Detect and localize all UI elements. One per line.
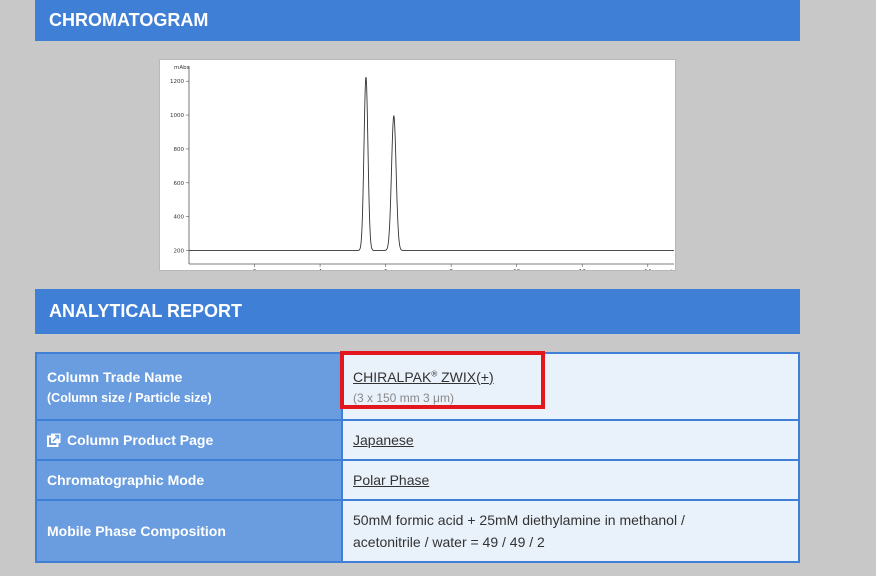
product-page-value-cell: Japanese xyxy=(341,419,800,461)
y-tick-label: 600 xyxy=(174,181,185,187)
row-column-trade-name: Column Trade Name (Column size / Particl… xyxy=(35,352,800,421)
column-name-text: CHIRALPAK xyxy=(353,368,432,385)
chromatogram-chart: 200 400 600 800 1000 1200 2 4 6 8 10 12 14 mAbs min xyxy=(159,59,676,271)
y-axis-label: mAbs xyxy=(174,65,190,71)
mode-value-cell: Polar Phase xyxy=(341,459,800,501)
x-tick-label: 4 xyxy=(318,269,322,270)
analytical-report-title: ANALYTICAL REPORT xyxy=(49,301,243,321)
x-axis-label: min xyxy=(665,269,675,270)
x-tick-label: 6 xyxy=(384,269,388,270)
mobile-phase-value-cell: 50mM formic acid + 25mM diethylamine in … xyxy=(341,499,800,563)
y-tick-label: 1200 xyxy=(170,79,184,85)
external-link-icon xyxy=(47,433,61,447)
chromatogram-plot: 200 400 600 800 1000 1200 2 4 6 8 10 12 14 mAbs min xyxy=(170,65,675,270)
x-tick-label: 8 xyxy=(449,269,453,270)
product-page-label-cell: Column Product Page xyxy=(35,419,343,461)
mode-label-cell: Chromatographic Mode xyxy=(35,459,343,501)
row-product-page: Column Product Page Japanese xyxy=(35,419,800,461)
japanese-link[interactable]: Japanese xyxy=(353,432,414,448)
row-chromatographic-mode: Chromatographic Mode Polar Phase xyxy=(35,459,800,501)
y-tick-label: 400 xyxy=(174,215,185,221)
polar-phase-link[interactable]: Polar Phase xyxy=(353,472,429,488)
x-tick-label: 12 xyxy=(579,269,586,270)
x-tick-label: 2 xyxy=(253,269,256,270)
mobile-phase-line1: 50mM formic acid + 25mM diethylamine in … xyxy=(353,512,685,528)
chromatogram-header: CHROMATOGRAM xyxy=(35,0,800,41)
column-trade-name-label-cell: Column Trade Name (Column size / Particl… xyxy=(35,352,343,421)
x-tick-label: 14 xyxy=(644,269,651,270)
mobile-phase-label-cell: Mobile Phase Composition xyxy=(35,499,343,563)
column-trade-name-label: Column Trade Name xyxy=(47,368,183,385)
mode-label: Chromatographic Mode xyxy=(47,472,205,488)
column-size-label: (Column size / Particle size) xyxy=(47,390,212,405)
chromatogram-title: CHROMATOGRAM xyxy=(49,10,209,30)
column-trade-name-value-cell: CHIRALPAK® ZWIX(+) (3 x 150 mm 3 μm) xyxy=(341,352,800,421)
mobile-phase-label: Mobile Phase Composition xyxy=(47,523,226,539)
y-tick-label: 1000 xyxy=(170,113,184,119)
analytical-report-header: ANALYTICAL REPORT xyxy=(35,289,800,334)
analytical-report-table: Column Trade Name (Column size / Particl… xyxy=(35,352,800,563)
y-tick-label: 200 xyxy=(174,248,185,254)
x-tick-label: 10 xyxy=(513,269,520,270)
column-name-link[interactable]: CHIRALPAK® ZWIX(+) xyxy=(353,369,494,385)
row-mobile-phase: Mobile Phase Composition 50mM formic aci… xyxy=(35,499,800,563)
column-name-suffix: ZWIX(+) xyxy=(437,368,494,385)
column-size-value: (3 x 150 mm 3 μm) xyxy=(353,390,454,405)
y-tick-label: 800 xyxy=(174,147,185,153)
mobile-phase-line2: acetonitrile / water = 49 / 49 / 2 xyxy=(353,534,545,550)
chromatogram-trace xyxy=(189,76,674,251)
product-page-label: Column Product Page xyxy=(67,432,214,448)
